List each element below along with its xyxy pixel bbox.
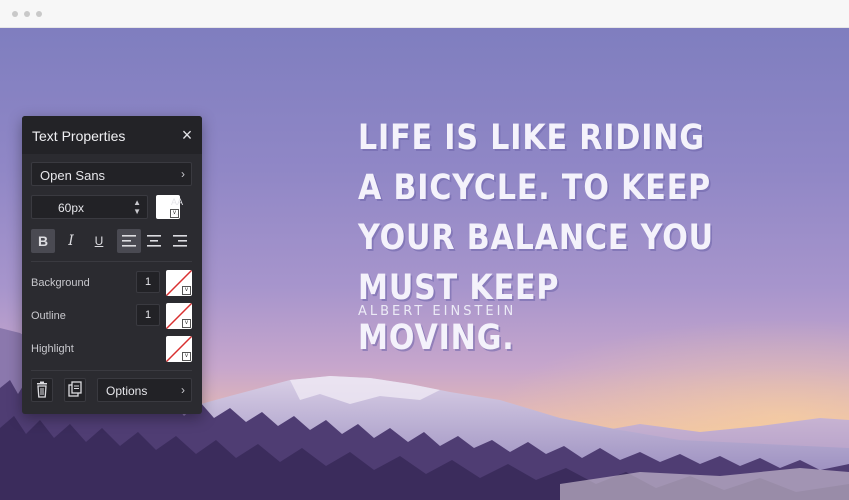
- quote-text[interactable]: LIFE IS LIKE RIDING A BICYCLE. TO KEEP Y…: [358, 113, 719, 363]
- stepper-icon[interactable]: ▲ ▼: [133, 198, 141, 216]
- outline-width-input[interactable]: 1: [136, 304, 160, 326]
- background-label: Background: [31, 277, 90, 289]
- align-center-icon[interactable]: [142, 229, 166, 253]
- window-dot-icon[interactable]: [24, 11, 30, 17]
- background-opacity-input[interactable]: 1: [136, 271, 160, 293]
- window-titlebar: [0, 0, 849, 28]
- uppercase-toggle-button[interactable]: AA ↔: [168, 195, 192, 219]
- chevron-down-icon: v: [182, 286, 191, 295]
- quote-author[interactable]: ALBERT EINSTEIN: [358, 304, 516, 319]
- close-icon[interactable]: ×: [178, 126, 196, 144]
- chevron-down-icon: v: [182, 319, 191, 328]
- outline-label: Outline: [31, 310, 66, 322]
- italic-icon[interactable]: I: [59, 229, 83, 253]
- highlight-color-swatch[interactable]: v: [166, 336, 192, 362]
- chevron-right-icon: ›: [181, 383, 185, 397]
- bold-icon[interactable]: B: [31, 229, 55, 253]
- font-size-value: 60px: [58, 201, 85, 215]
- highlight-label: Highlight: [31, 343, 74, 355]
- duplicate-icon[interactable]: [64, 378, 86, 402]
- chevron-down-icon: v: [182, 352, 191, 361]
- divider: [31, 261, 192, 262]
- panel-header: Text Properties ×: [22, 116, 202, 154]
- window-dot-icon[interactable]: [36, 11, 42, 17]
- options-label: Options: [106, 384, 148, 398]
- font-family-value: Open Sans: [40, 168, 106, 183]
- window-dot-icon[interactable]: [12, 11, 18, 17]
- font-family-select[interactable]: Open Sans ›: [31, 162, 192, 186]
- background-color-swatch[interactable]: v: [166, 270, 192, 296]
- panel-title: Text Properties: [32, 128, 126, 144]
- align-right-icon[interactable]: [168, 229, 192, 253]
- divider: [31, 370, 192, 371]
- outline-color-swatch[interactable]: v: [166, 303, 192, 329]
- letter-spacing-icon: ↔: [170, 208, 180, 219]
- options-button[interactable]: Options ›: [97, 378, 192, 402]
- underline-icon[interactable]: U: [87, 229, 111, 253]
- align-left-icon[interactable]: [117, 229, 141, 253]
- chevron-right-icon: ›: [181, 167, 185, 181]
- trash-icon[interactable]: [31, 378, 53, 402]
- font-size-input[interactable]: 60px ▲ ▼: [31, 195, 148, 219]
- caps-icon: AA: [171, 197, 184, 207]
- text-properties-panel: Text Properties × Open Sans › 60px ▲ ▼ v …: [22, 116, 202, 414]
